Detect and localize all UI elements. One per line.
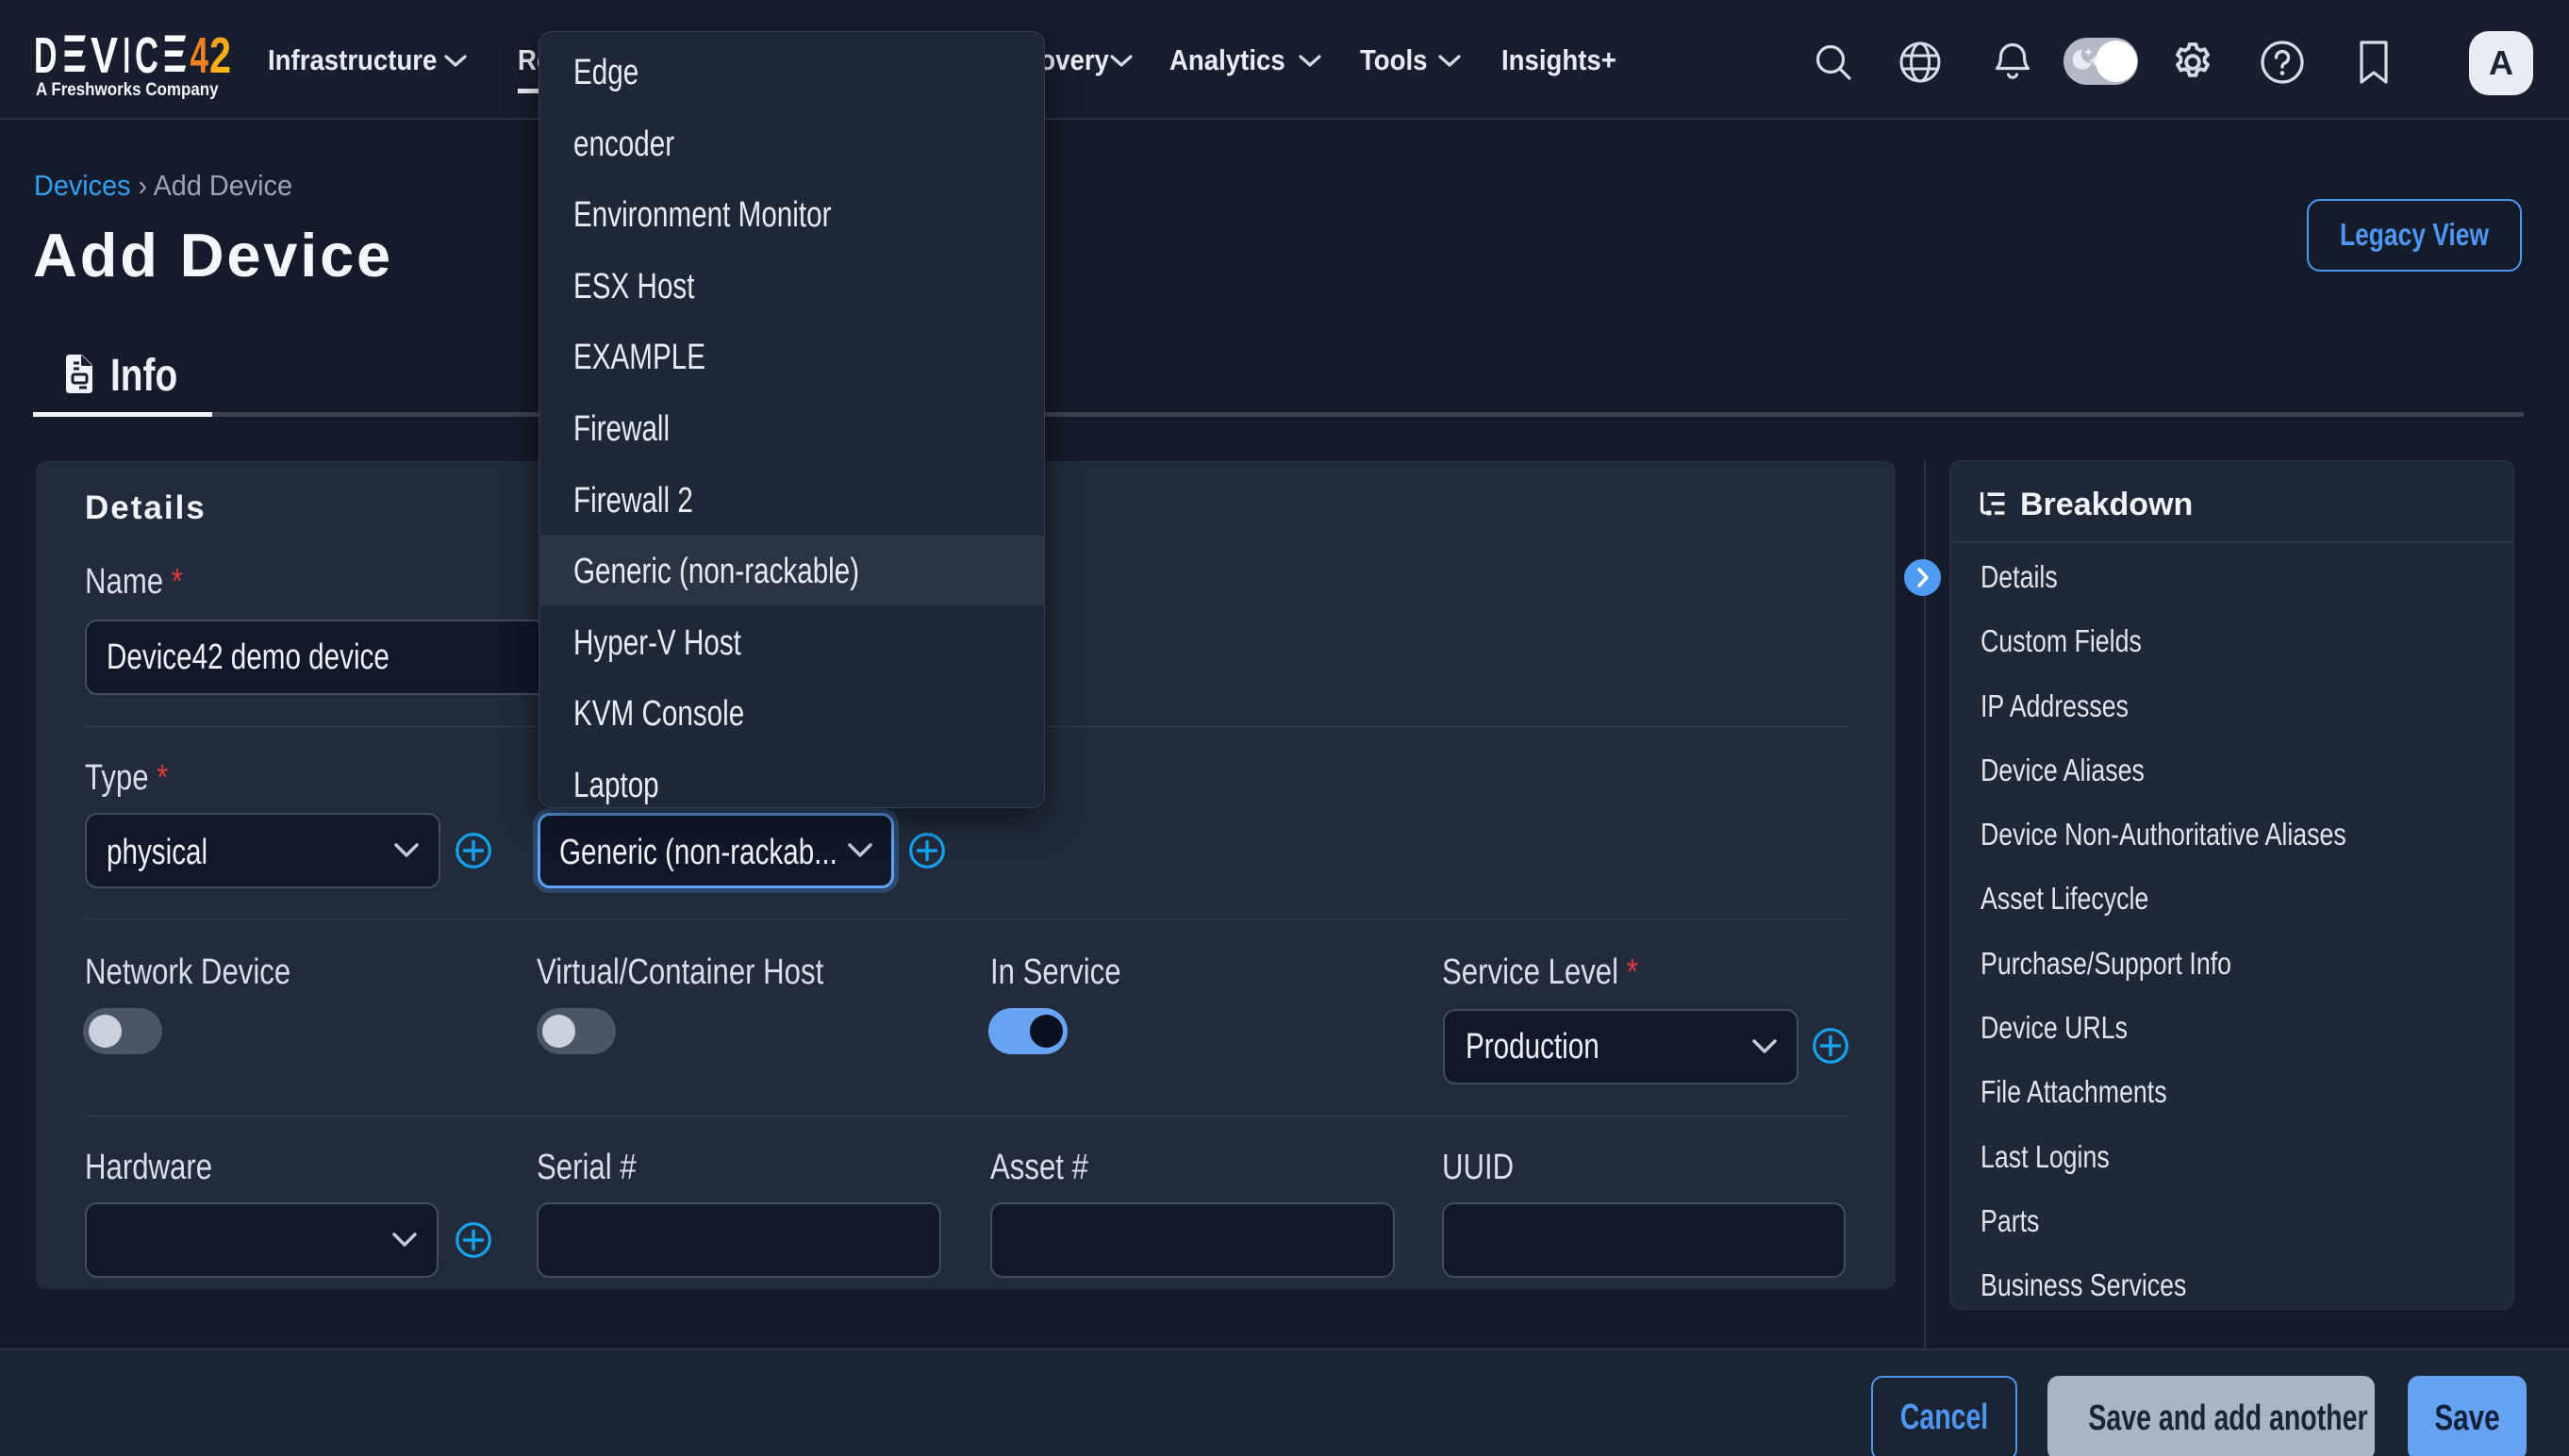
svg-text:4: 4 [191, 35, 209, 74]
svg-text:V: V [91, 35, 118, 74]
svg-text:I: I [124, 35, 131, 74]
svg-text:2: 2 [209, 35, 231, 74]
svg-text:C: C [135, 35, 158, 74]
svg-text:D: D [35, 35, 58, 74]
